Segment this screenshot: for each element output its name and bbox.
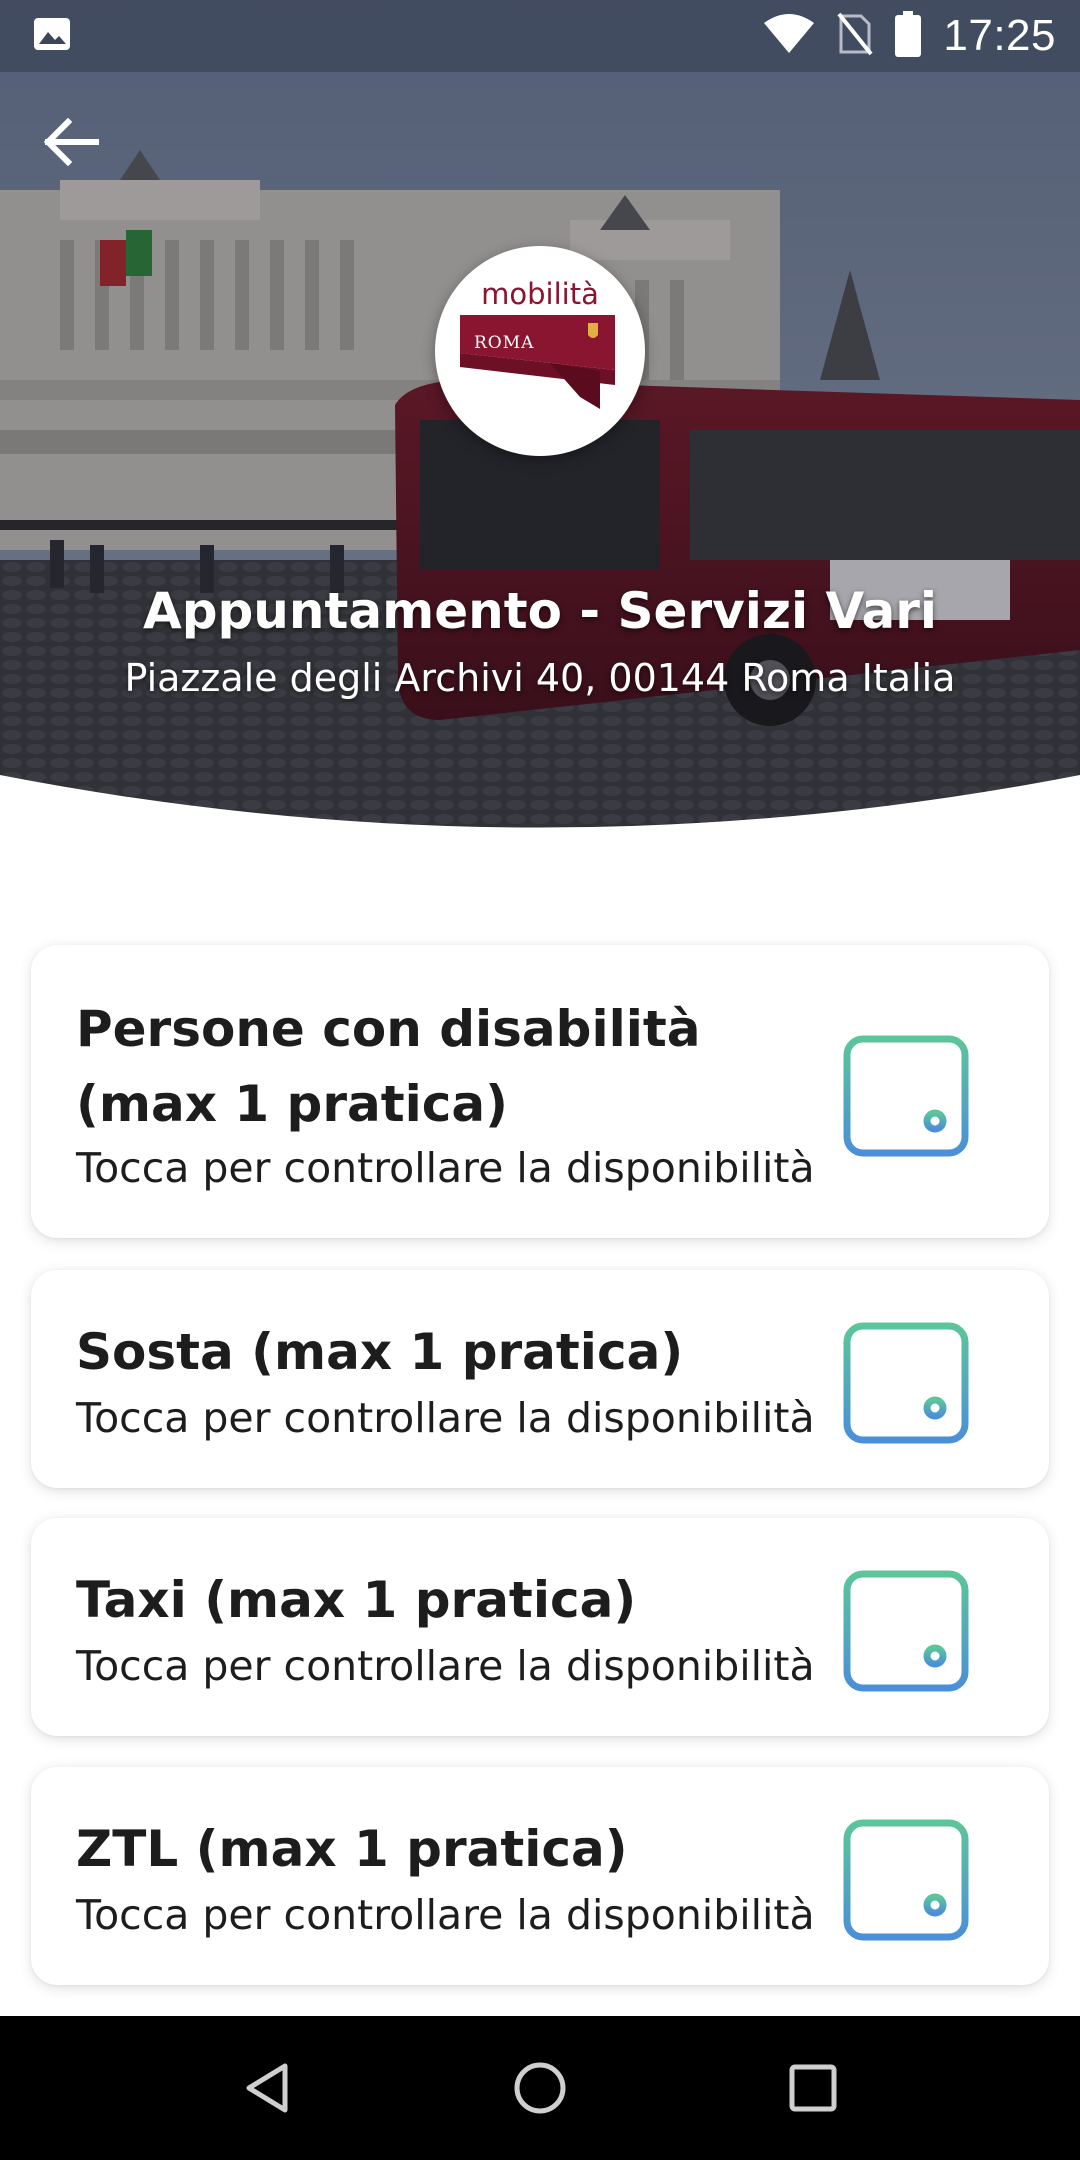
battery-icon: [895, 11, 922, 61]
service-card-disabilita[interactable]: Persone con disabilità (max 1 pratica) T…: [31, 945, 1049, 1238]
nav-back-button[interactable]: [222, 2043, 312, 2133]
logo-city: ROMA: [474, 333, 535, 353]
mobilita-roma-logo: mobilità ROMA: [435, 246, 645, 456]
service-title: Taxi (max 1 pratica): [76, 1571, 637, 1629]
page-title: Appuntamento - Servizi Vari: [143, 582, 937, 640]
calendar-icon: [843, 1029, 969, 1157]
service-subtitle: Tocca per controllare la disponibilità: [76, 1891, 815, 1939]
logo-ribbon: ROMA: [460, 315, 620, 411]
wifi-icon: [763, 13, 815, 59]
nav-home-button[interactable]: [495, 2043, 585, 2133]
recents-square-icon: [789, 2064, 837, 2112]
back-button[interactable]: [36, 106, 108, 178]
service-card-taxi[interactable]: Taxi (max 1 pratica) Tocca per controlla…: [31, 1518, 1049, 1736]
nav-recents-button[interactable]: [768, 2043, 858, 2133]
calendar-icon: [843, 1316, 969, 1444]
calendar-icon: [843, 1564, 969, 1692]
service-subtitle: Tocca per controllare la disponibilità: [76, 1394, 815, 1442]
arrow-left-icon: [44, 118, 99, 166]
service-card-ztl[interactable]: ZTL (max 1 pratica) Tocca per controllar…: [31, 1767, 1049, 1985]
image-notification-icon: [32, 14, 72, 58]
header-hero: 17:25 mobilità ROMA Appuntamento - Servi…: [0, 0, 1080, 832]
service-subtitle: Tocca per controllare la disponibilità: [76, 1642, 815, 1690]
service-title: Persone con disabilità (max 1 pratica): [76, 1000, 701, 1133]
service-subtitle: Tocca per controllare la disponibilità: [76, 1144, 815, 1192]
home-circle-icon: [514, 2062, 566, 2114]
back-triangle-icon: [246, 2063, 288, 2113]
service-title: ZTL (max 1 pratica): [76, 1820, 628, 1878]
status-time: 17:25: [943, 11, 1056, 60]
page-address: Piazzale degli Archivi 40, 00144 Roma It…: [124, 656, 956, 700]
logo-text: mobilità: [481, 277, 599, 311]
system-nav-bar: [0, 2016, 1080, 2160]
status-bar: 17:25: [0, 0, 1080, 72]
no-sim-icon: [837, 12, 873, 60]
service-card-sosta[interactable]: Sosta (max 1 pratica) Tocca per controll…: [31, 1270, 1049, 1488]
calendar-icon: [843, 1813, 969, 1941]
service-title: Sosta (max 1 pratica): [76, 1323, 684, 1381]
